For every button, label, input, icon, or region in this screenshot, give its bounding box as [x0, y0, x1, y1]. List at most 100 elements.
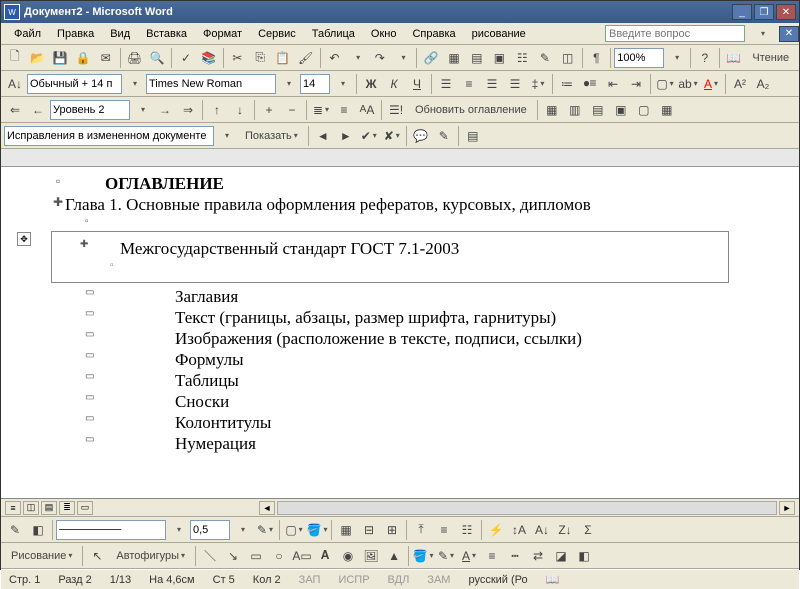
- arrow-style-button[interactable]: ⇄: [527, 545, 549, 567]
- minimize-button[interactable]: _: [732, 4, 752, 20]
- outline-level-dropdown[interactable]: [131, 99, 153, 121]
- insert-table-button[interactable]: ▤: [466, 47, 488, 69]
- dash-style-button[interactable]: ┅: [504, 545, 526, 567]
- show-menu-button[interactable]: Показать: [238, 125, 305, 147]
- drawing-menu-button[interactable]: Рисование: [4, 545, 79, 567]
- maximize-button[interactable]: ❐: [754, 4, 774, 20]
- table-box[interactable]: ✥ ✚Межгосударственный стандарт ГОСТ 7.1-…: [51, 231, 729, 283]
- zoom-select[interactable]: [614, 48, 664, 68]
- autoformat-button[interactable]: ⚡: [485, 519, 507, 541]
- docmap-button[interactable]: ◫: [557, 47, 579, 69]
- split-cells-button[interactable]: ⊞: [381, 519, 403, 541]
- first-line-button[interactable]: ≡: [333, 99, 355, 121]
- oval-button[interactable]: ○: [268, 545, 290, 567]
- text-direction-button[interactable]: ↕A: [508, 519, 530, 541]
- master-doc-button[interactable]: ▦: [541, 99, 563, 121]
- align-center-button[interactable]: ≡: [458, 73, 480, 95]
- reading-view-button[interactable]: ▭: [77, 501, 93, 515]
- menu-drawing[interactable]: рисование: [465, 26, 533, 42]
- reading-icon[interactable]: 📖: [723, 47, 745, 69]
- document-area[interactable]: ▫ОГЛАВЛЕНИЕ ✚Глава 1. Основные правила о…: [1, 167, 799, 499]
- clipart-button[interactable]: 🖼: [360, 545, 382, 567]
- autosum-button[interactable]: Σ: [577, 519, 599, 541]
- doc-boxed[interactable]: Межгосударственный стандарт ГОСТ 7.1-200…: [100, 239, 720, 259]
- menu-edit[interactable]: Правка: [50, 26, 101, 42]
- show-marks-button[interactable]: ¶: [586, 47, 608, 69]
- line-weight-select[interactable]: [190, 520, 230, 540]
- accept-change-button[interactable]: ✔: [358, 125, 380, 147]
- doc-close-button[interactable]: ✕: [779, 26, 799, 42]
- line-style-dropdown[interactable]: [167, 519, 189, 541]
- outdent-button[interactable]: ⇤: [602, 73, 624, 95]
- ask-input[interactable]: [605, 25, 745, 42]
- show-formatting-button[interactable]: AA: [356, 99, 378, 121]
- bullet-list-button[interactable]: ⦁≡: [579, 73, 601, 95]
- menu-help[interactable]: Справка: [405, 26, 462, 42]
- track-changes-button[interactable]: ✎: [433, 125, 455, 147]
- textbox-button[interactable]: A▭: [291, 545, 313, 567]
- insert-comment-button[interactable]: 💬: [410, 125, 432, 147]
- spellcheck-button[interactable]: ✓: [175, 47, 197, 69]
- draw-table-button[interactable]: ✎: [4, 519, 26, 541]
- line-color-button[interactable]: ✎: [435, 545, 457, 567]
- table-move-icon[interactable]: ✥: [17, 232, 31, 246]
- track-mode-dropdown[interactable]: [215, 125, 237, 147]
- shadow-button[interactable]: ◪: [550, 545, 572, 567]
- fill-color-button[interactable]: 🪣: [412, 545, 434, 567]
- outline-level-select[interactable]: [50, 100, 130, 120]
- linespacing-button[interactable]: ‡: [527, 73, 549, 95]
- scroll-right-button[interactable]: ►: [779, 501, 795, 515]
- 3d-button[interactable]: ◧: [573, 545, 595, 567]
- line-weight-dropdown[interactable]: [231, 519, 253, 541]
- align-right-button[interactable]: ☰: [481, 73, 503, 95]
- excel-button[interactable]: ▣: [489, 47, 511, 69]
- redo-dropdown[interactable]: [392, 47, 414, 69]
- collapse-button[interactable]: −: [281, 99, 303, 121]
- font-dropdown[interactable]: [277, 73, 299, 95]
- research-button[interactable]: 📚: [198, 47, 220, 69]
- highlight-button[interactable]: ab: [677, 73, 699, 95]
- save-button[interactable]: 💾: [49, 47, 71, 69]
- reading-button[interactable]: Чтение: [745, 47, 796, 69]
- picture-button[interactable]: ▲: [383, 545, 405, 567]
- move-up-button[interactable]: ↑: [206, 99, 228, 121]
- shading-color-button[interactable]: 🪣: [306, 519, 328, 541]
- menu-view[interactable]: Вид: [103, 26, 137, 42]
- subdoc1-button[interactable]: ▥: [564, 99, 586, 121]
- hyperlink-button[interactable]: 🔗: [420, 47, 442, 69]
- list-item[interactable]: Заглавия: [105, 287, 759, 307]
- open-button[interactable]: 📂: [27, 47, 49, 69]
- line-button[interactable]: ＼: [199, 545, 221, 567]
- demote-body-button[interactable]: ⇒: [177, 99, 199, 121]
- status-trk[interactable]: ИСПР: [336, 574, 371, 586]
- font-select[interactable]: [146, 74, 276, 94]
- new-doc-button[interactable]: 🗋: [4, 47, 26, 69]
- print-preview-button[interactable]: 🔍: [146, 47, 168, 69]
- help-button[interactable]: ?: [694, 47, 716, 69]
- style-dropdown[interactable]: [123, 73, 145, 95]
- align-left-button[interactable]: ☰: [435, 73, 457, 95]
- doc-title[interactable]: ОГЛАВЛЕНИЕ: [105, 174, 759, 194]
- doc-chapter[interactable]: Глава 1. Основные правила оформления реф…: [65, 195, 759, 215]
- menu-tools[interactable]: Сервис: [251, 26, 303, 42]
- web-view-button[interactable]: ◫: [23, 501, 39, 515]
- status-book-icon[interactable]: 📖: [544, 573, 562, 586]
- redo-button[interactable]: ↷: [369, 47, 391, 69]
- print-view-button[interactable]: ▤: [41, 501, 57, 515]
- tables-borders-button[interactable]: ▦: [443, 47, 465, 69]
- normal-view-button[interactable]: ≡: [5, 501, 21, 515]
- subdoc3-button[interactable]: ▣: [610, 99, 632, 121]
- distribute-rows-button[interactable]: ≡: [433, 519, 455, 541]
- underline-button[interactable]: Ч: [406, 73, 428, 95]
- distribute-cols-button[interactable]: ☷: [456, 519, 478, 541]
- size-select[interactable]: [300, 74, 330, 94]
- menu-file[interactable]: Файл: [7, 26, 48, 42]
- list-item[interactable]: Формулы: [105, 350, 759, 370]
- status-rec[interactable]: ЗАП: [297, 574, 323, 586]
- ask-box[interactable]: [605, 25, 745, 42]
- borders-button[interactable]: ▢: [654, 73, 676, 95]
- merge-cells-button[interactable]: ⊟: [358, 519, 380, 541]
- wordart-button[interactable]: 𝐀: [314, 545, 336, 567]
- drawing-toolbar-button[interactable]: ✎: [534, 47, 556, 69]
- hscrollbar[interactable]: [277, 501, 777, 515]
